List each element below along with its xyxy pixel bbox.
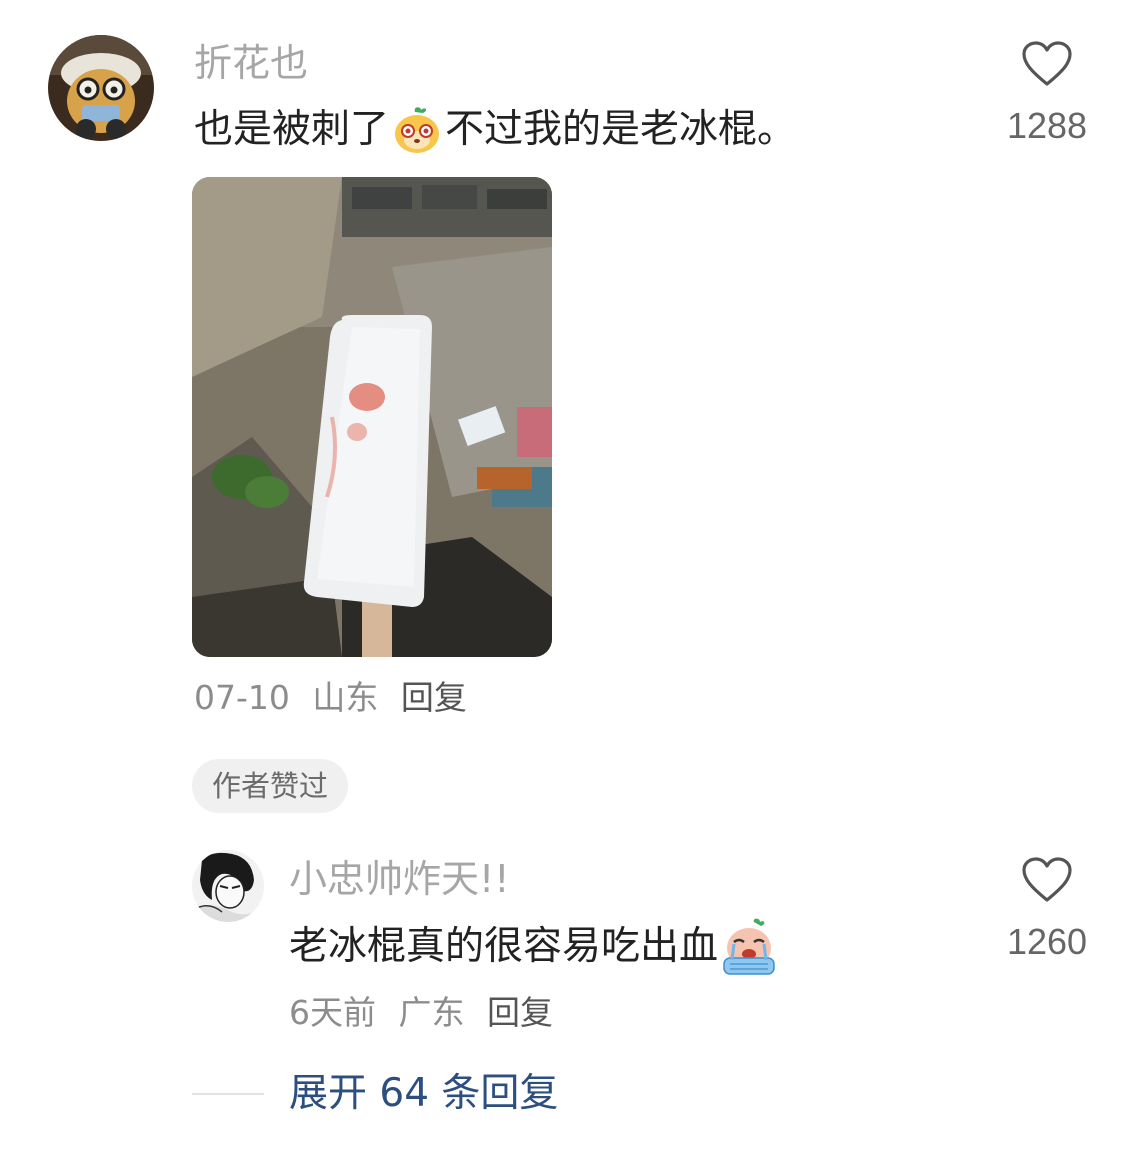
comment-meta: 07-10 山东 回复 xyxy=(194,678,467,718)
expand-replies[interactable]: 展开 64 条回复 xyxy=(192,1066,558,1122)
reply-text-content: 老冰棍真的很容易吃出血 xyxy=(289,924,719,969)
comment-text-part-2: 不过我的是老冰棍。 xyxy=(445,107,797,152)
reply-like[interactable]: 1260 xyxy=(992,856,1102,964)
like-count: 1260 xyxy=(1006,921,1088,962)
comment-text-part-1: 也是被刺了 xyxy=(194,107,390,152)
expand-replies-link[interactable]: 展开 64 条回复 xyxy=(289,1066,558,1122)
replier-username[interactable]: 小忠帅炸天!! xyxy=(289,856,509,902)
heart-icon[interactable] xyxy=(1021,40,1073,88)
cute-face-emoji-icon xyxy=(391,104,443,156)
comment-date: 07-10 xyxy=(194,678,290,717)
comment-like[interactable]: 1288 xyxy=(992,40,1102,148)
commenter-avatar[interactable] xyxy=(48,35,154,141)
replier-avatar[interactable] xyxy=(192,850,264,922)
divider xyxy=(192,1093,264,1095)
commenter-username[interactable]: 折花也 xyxy=(194,40,308,86)
heart-icon[interactable] xyxy=(1021,856,1073,904)
reply-date: 6天前 xyxy=(289,993,376,1032)
author-liked-badge: 作者赞过 xyxy=(192,759,348,813)
comment-photo[interactable] xyxy=(192,177,552,657)
crying-face-emoji-icon xyxy=(720,918,778,976)
comment-location: 山东 xyxy=(312,678,379,717)
like-count: 1288 xyxy=(1006,105,1088,146)
reply-button[interactable]: 回复 xyxy=(487,993,553,1032)
reply-meta: 6天前 广东 回复 xyxy=(289,993,553,1033)
reply-button[interactable]: 回复 xyxy=(401,678,467,717)
reply-text: 老冰棍真的很容易吃出血 xyxy=(289,918,778,976)
comment-text: 也是被刺了 不过我的是老冰棍。 xyxy=(194,104,796,156)
reply-location: 广东 xyxy=(398,993,465,1032)
